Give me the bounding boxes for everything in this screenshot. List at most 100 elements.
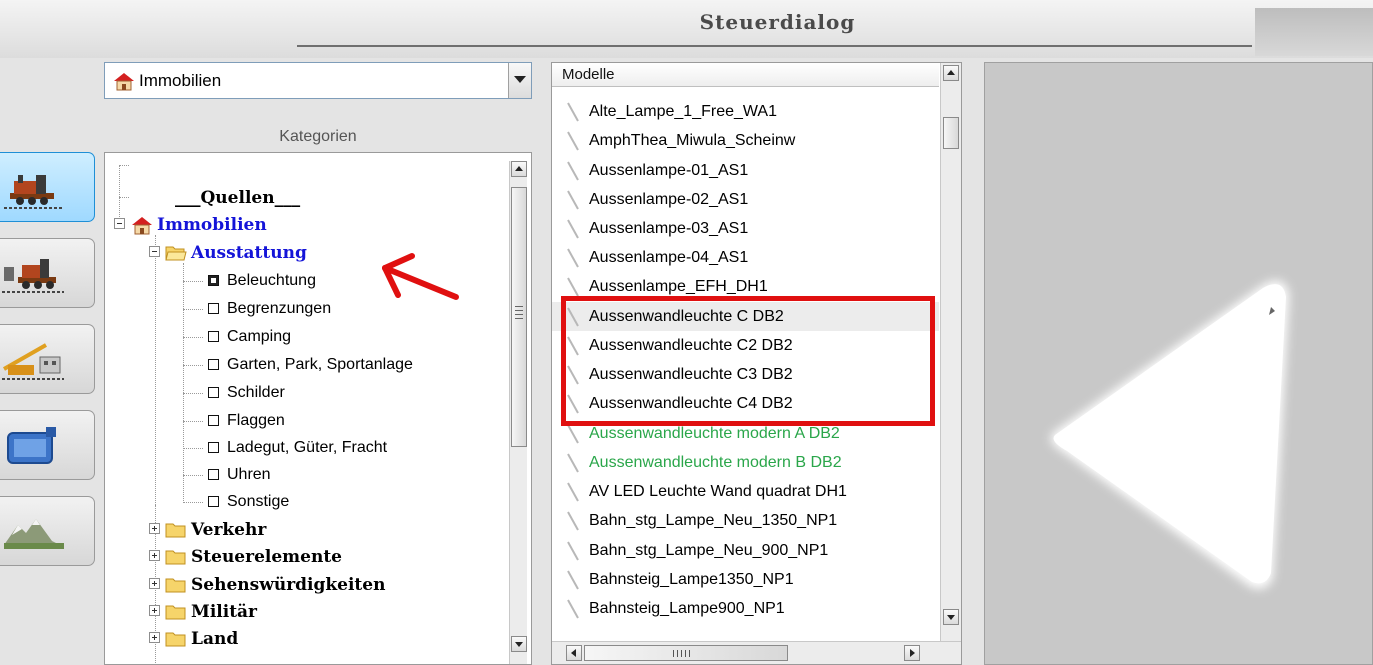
scroll-up-button[interactable] — [511, 161, 527, 177]
scroll-thumb[interactable] — [511, 187, 527, 447]
tree-item-ausstattung[interactable]: Ausstattung — [105, 240, 505, 266]
tree-item-label: Steuerelemente — [191, 547, 342, 567]
list-item[interactable]: AV LED Leuchte Wand quadrat DH1 — [552, 477, 939, 506]
expand-icon[interactable] — [149, 605, 160, 616]
scroll-left-button[interactable] — [566, 645, 582, 661]
folder-icon — [165, 523, 186, 538]
tree-scrollbar[interactable] — [509, 161, 527, 664]
tree-line — [183, 309, 203, 310]
tree-item-immobilien[interactable]: Immobilien — [105, 212, 505, 238]
tree-item-label: Militär — [191, 602, 258, 622]
arrow-up-icon — [947, 70, 955, 75]
lamp-icon — [567, 511, 579, 531]
tree-item-begrenzungen[interactable]: Begrenzungen — [105, 296, 505, 322]
grip-line — [685, 650, 686, 657]
tree-line — [183, 337, 203, 338]
models-hscrollbar[interactable] — [552, 641, 961, 664]
lamp-icon — [567, 453, 579, 473]
list-item[interactable]: Bahnsteig_Lampe1350_NP1 — [552, 565, 939, 594]
tree-item-steuerelemente[interactable]: Steuerelemente — [105, 544, 505, 570]
list-item[interactable]: Bahn_stg_Lampe_Neu_1350_NP1 — [552, 506, 939, 535]
tree-item-camping[interactable]: Camping — [105, 324, 505, 350]
checkbox-icon[interactable] — [208, 387, 219, 398]
scroll-down-button[interactable] — [943, 609, 959, 625]
expand-icon[interactable] — [149, 632, 160, 643]
locomotive-tool-button[interactable] — [0, 152, 95, 222]
tree-item-verkehr[interactable]: Verkehr — [105, 517, 505, 543]
grip-line — [515, 306, 523, 307]
expand-icon[interactable] — [149, 550, 160, 561]
scroll-thumb[interactable] — [943, 117, 959, 149]
tree-item-flaggen[interactable]: Flaggen — [105, 408, 505, 434]
tree-item-schilder[interactable]: Schilder — [105, 380, 505, 406]
list-item[interactable]: Aussenlampe-04_AS1 — [552, 243, 939, 272]
models-scrollbar[interactable] — [940, 63, 961, 641]
checkbox-icon[interactable] — [208, 303, 219, 314]
scroll-right-button[interactable] — [904, 645, 920, 661]
tree-item-militaer[interactable]: Militär — [105, 599, 505, 625]
landscape-tool-button[interactable] — [0, 496, 95, 566]
hscroll-thumb[interactable] — [584, 645, 788, 661]
category-select[interactable]: Immobilien — [104, 62, 532, 99]
tree-item-label: Begrenzungen — [227, 300, 332, 317]
tree-item-garten[interactable]: Garten, Park, Sportanlage — [105, 352, 505, 378]
scroll-up-button[interactable] — [943, 65, 959, 81]
tree-item-ladegut[interactable]: Ladegut, Güter, Fracht — [105, 435, 505, 461]
list-item[interactable]: AmphThea_Miwula_Scheinw — [552, 126, 939, 155]
category-tree[interactable]: ___Quellen___ Immobilien Ausstattung Bel… — [104, 152, 532, 665]
arrow-down-icon — [947, 615, 955, 620]
tree-line — [183, 281, 203, 282]
collapse-icon[interactable] — [114, 218, 125, 229]
tree-item-uhren[interactable]: Uhren — [105, 462, 505, 488]
arrow-up-icon — [515, 166, 523, 171]
camera-tool-button[interactable] — [0, 410, 95, 480]
tree-item-label: Verkehr — [191, 520, 267, 540]
tree-line — [183, 448, 203, 449]
list-item[interactable]: Aussenlampe-01_AS1 — [552, 156, 939, 185]
category-select-value: Immobilien — [139, 71, 222, 90]
tree-item-label: Camping — [227, 328, 292, 345]
list-item[interactable]: Bahn_stg_Lampe_Neu_900_NP1 — [552, 536, 939, 565]
grip-line — [677, 650, 678, 657]
list-item[interactable]: Aussenlampe-02_AS1 — [552, 185, 939, 214]
folder-icon — [165, 578, 186, 593]
checkbox-checked-icon[interactable] — [208, 275, 219, 286]
tree-item-land[interactable]: Land — [105, 626, 505, 652]
list-item[interactable]: Alte_Lampe_1_Free_WA1 — [552, 97, 939, 126]
checkbox-icon[interactable] — [208, 442, 219, 453]
model-preview[interactable] — [984, 62, 1373, 665]
list-item[interactable]: Bahnsteig_Lampe900_NP1 — [552, 594, 939, 623]
scroll-down-button[interactable] — [511, 636, 527, 652]
tree-item-sonstige[interactable]: Sonstige — [105, 489, 505, 515]
title-rule — [297, 45, 1252, 47]
highlight-box-annotation — [561, 296, 935, 426]
expand-icon[interactable] — [149, 523, 160, 534]
tree-item-sehenswuerdigkeiten[interactable]: Sehenswürdigkeiten — [105, 572, 505, 598]
checkbox-icon[interactable] — [208, 331, 219, 342]
checkbox-icon[interactable] — [208, 359, 219, 370]
tree-item-quellen[interactable]: ___Quellen___ — [105, 185, 505, 211]
list-item[interactable]: Aussenlampe-03_AS1 — [552, 214, 939, 243]
train-set-icon — [2, 259, 64, 293]
folder-icon — [165, 632, 186, 647]
grip-line — [681, 650, 682, 657]
checkbox-icon[interactable] — [208, 496, 219, 507]
crane-icon — [2, 343, 64, 380]
folder-open-icon — [165, 246, 187, 261]
checkbox-icon[interactable] — [208, 415, 219, 426]
lamp-icon — [567, 131, 579, 151]
lamp-icon — [567, 599, 579, 619]
checkbox-icon[interactable] — [208, 469, 219, 480]
crane-tool-button[interactable] — [0, 324, 95, 394]
dropdown-arrow-button[interactable] — [508, 63, 531, 98]
house-icon — [132, 217, 152, 235]
dialog-header: Steuerdialog — [0, 0, 1373, 58]
collapse-icon[interactable] — [149, 246, 160, 257]
grip-line — [515, 314, 523, 315]
train-set-tool-button[interactable] — [0, 238, 95, 308]
tree-item-beleuchtung[interactable]: Beleuchtung — [105, 268, 505, 294]
arrow-right-icon — [910, 649, 915, 657]
tree-item-label: Ladegut, Güter, Fracht — [227, 439, 388, 456]
list-item[interactable]: Aussenwandleuchte modern B DB2 — [552, 448, 939, 477]
expand-icon[interactable] — [149, 578, 160, 589]
